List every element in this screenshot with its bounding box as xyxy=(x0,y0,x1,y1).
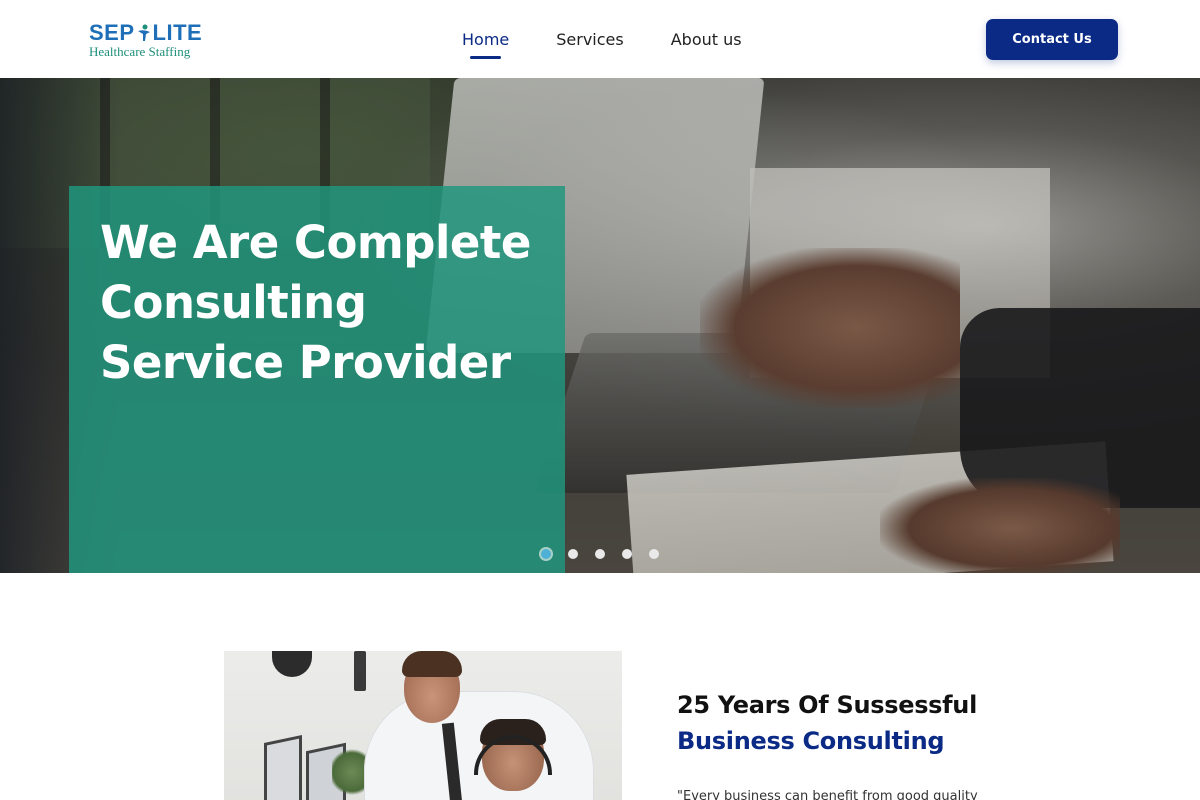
about-heading-line-1: 25 Years Of Sussessful xyxy=(677,691,978,719)
slider-dot-1[interactable] xyxy=(541,549,551,559)
photo-lamp-stem xyxy=(354,651,366,691)
photo-person-standing-hair xyxy=(402,651,462,677)
hero-title-line-1: We Are Complete xyxy=(100,216,531,269)
contact-us-button[interactable]: Contact Us xyxy=(986,19,1118,60)
about-quote: "Every business can benefit from good qu… xyxy=(677,789,978,800)
photo-person-standing xyxy=(364,691,594,800)
about-heading: 25 Years Of Sussessful Business Consulti… xyxy=(677,687,1097,759)
logo-wordmark: SEP LITE xyxy=(89,22,209,44)
hero-background-hand-lower xyxy=(880,478,1120,573)
main-nav: Home Services About us xyxy=(462,30,742,59)
photo-lamp xyxy=(272,651,312,677)
logo-figure-icon xyxy=(136,24,152,42)
hero-title-line-2: Consulting xyxy=(100,276,367,329)
about-photo xyxy=(224,651,622,800)
nav-item-services[interactable]: Services xyxy=(556,30,623,49)
slider-dot-5[interactable] xyxy=(649,549,659,559)
logo-text-left: SEP xyxy=(89,20,135,45)
hero-title-line-3: Service Provider xyxy=(100,336,511,389)
slider-dot-4[interactable] xyxy=(622,549,632,559)
hero-title: We Are Complete Consulting Service Provi… xyxy=(100,213,560,393)
slider-dot-2[interactable] xyxy=(568,549,578,559)
logo-text-right: LITE xyxy=(152,20,203,45)
nav-item-about-us[interactable]: About us xyxy=(671,30,742,49)
site-header: SEP LITE Healthcare Staffing Home Servic… xyxy=(0,0,1200,78)
hero-slider-dots xyxy=(541,549,659,559)
about-heading-line-2: Business Consulting xyxy=(677,727,945,755)
logo-tagline: Healthcare Staffing xyxy=(89,44,191,59)
slider-dot-3[interactable] xyxy=(595,549,605,559)
hero-background-hand xyxy=(700,248,960,408)
photo-monitor xyxy=(264,734,302,800)
brand-logo[interactable]: SEP LITE Healthcare Staffing xyxy=(89,22,209,62)
nav-item-home[interactable]: Home xyxy=(462,30,509,59)
